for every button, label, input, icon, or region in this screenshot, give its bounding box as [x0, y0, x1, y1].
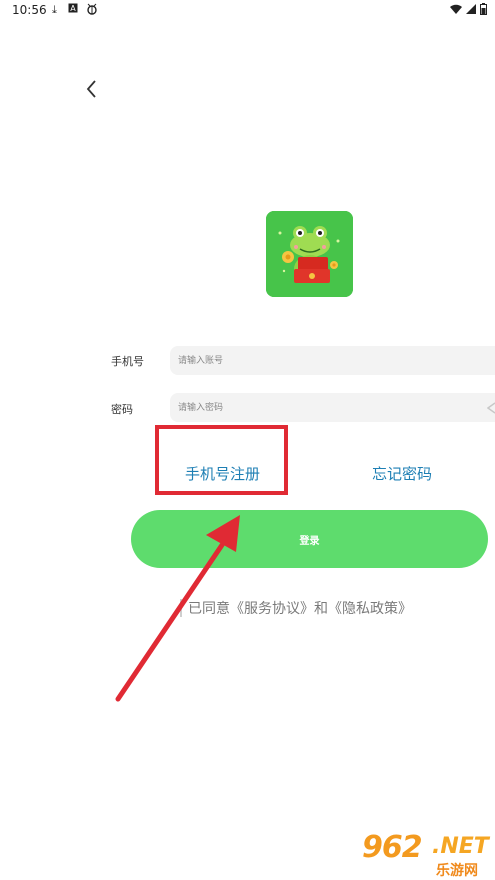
watermark-number: 962 — [362, 830, 423, 865]
watermark-subtitle: 乐游网 — [436, 863, 478, 879]
watermark-suffix: .NET — [432, 834, 489, 859]
site-watermark: 962 .NET 乐游网 — [356, 830, 492, 879]
annotation-arrow-icon — [115, 515, 240, 702]
